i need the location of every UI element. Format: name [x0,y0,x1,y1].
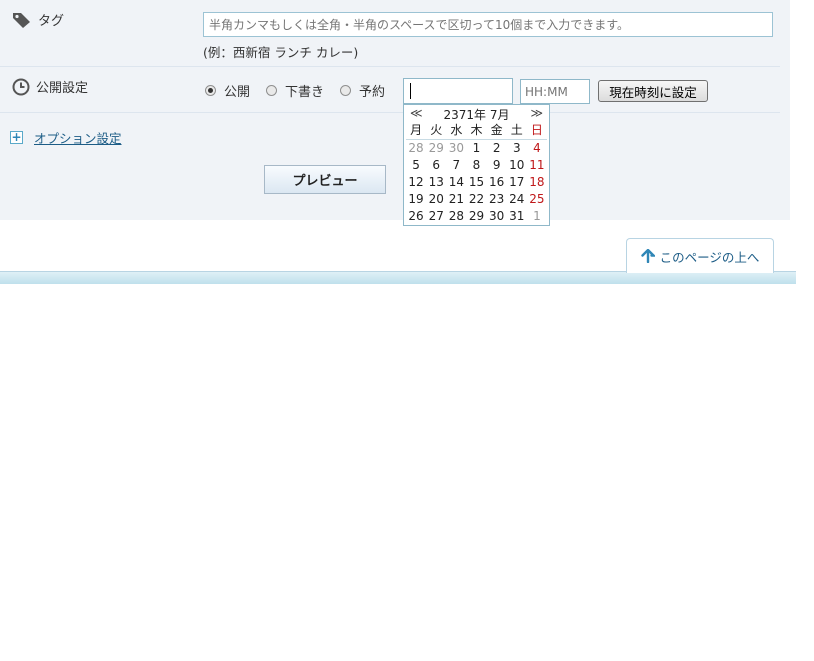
row-divider [0,112,780,113]
date-picker-calendar: ≪ 2371年 7月 ≫ 月火水木金土日 28 29 30 1 2 3 4 5 6 7 8 9 10 11 1… [403,104,550,226]
tag-input[interactable] [203,12,773,37]
calendar-day[interactable]: 11 [527,157,547,174]
tag-label: タグ [38,14,65,29]
calendar-day[interactable]: 27 [426,208,446,225]
radio-public[interactable]: 公開 [205,81,250,100]
calendar-day[interactable]: 8 [466,157,486,174]
calendar-day[interactable]: 30 [446,140,466,157]
calendar-day[interactable]: 29 [466,208,486,225]
option-settings[interactable]: + オプション設定 [10,128,122,147]
calendar-day[interactable]: 23 [487,191,507,208]
calendar-weekday: 日 [526,122,547,140]
calendar-day[interactable]: 16 [487,174,507,191]
calendar-day[interactable]: 3 [507,140,527,157]
text-cursor [410,83,411,99]
calendar-day[interactable]: 22 [466,191,486,208]
calendar-day[interactable]: 28 [406,140,426,157]
publish-label: 公開設定 [36,81,89,96]
calendar-header: ≪ 2371年 7月 ≫ [404,105,549,122]
calendar-day[interactable]: 2 [487,140,507,157]
row-divider [0,66,780,67]
calendar-day[interactable]: 13 [426,174,446,191]
publish-time-input[interactable] [520,79,590,104]
calendar-weekday: 土 [506,122,527,140]
prev-month-button[interactable]: ≪ [410,106,423,122]
preview-button[interactable]: プレビュー [264,165,386,194]
clock-icon [12,78,30,95]
radio-scheduled[interactable]: 予約 [340,81,385,100]
radio-draft-label: 下書き [285,85,325,100]
calendar-day[interactable]: 7 [446,157,466,174]
radio-public-label: 公開 [224,85,251,100]
calendar-day[interactable]: 21 [446,191,466,208]
calendar-day[interactable]: 6 [426,157,446,174]
radio-scheduled-label: 予約 [359,85,386,100]
calendar-weekday: 木 [466,122,487,140]
calendar-title: 2371年 7月 [443,108,510,122]
tag-icon [13,12,30,28]
calendar-day[interactable]: 31 [507,208,527,225]
plus-icon[interactable]: + [10,131,23,144]
calendar-day[interactable]: 20 [426,191,446,208]
calendar-day[interactable]: 5 [406,157,426,174]
calendar-day[interactable]: 19 [406,191,426,208]
publish-date-input[interactable] [403,78,513,104]
option-settings-link[interactable]: オプション設定 [34,128,122,147]
calendar-day[interactable]: 26 [406,208,426,225]
calendar-weekday: 金 [486,122,507,140]
calendar-day[interactable]: 4 [527,140,547,157]
radio-public-button[interactable] [205,85,216,96]
radio-draft[interactable]: 下書き [266,81,324,100]
page-top-label: このページの上へ [659,249,760,265]
calendar-day[interactable]: 1 [527,208,547,225]
calendar-weekday: 火 [426,122,447,140]
calendar-day[interactable]: 9 [487,157,507,174]
radio-scheduled-button[interactable] [340,85,352,96]
calendar-day[interactable]: 1 [466,140,486,157]
calendar-day[interactable]: 30 [487,208,507,225]
calendar-day[interactable]: 29 [426,140,446,157]
calendar-weekday: 水 [446,122,467,140]
calendar-weekday: 月 [406,122,427,140]
calendar-day[interactable]: 15 [466,174,486,191]
publish-label-group: 公開設定 [12,77,88,96]
tag-label-group: タグ [12,10,64,29]
calendar-day[interactable]: 14 [446,174,466,191]
publish-radio-group: 公開 下書き 予約 [205,81,401,100]
calendar-grid: 月火水木金土日 28 29 30 1 2 3 4 5 6 7 8 9 10 11 12 13 14 15 16 17 18… [404,122,549,225]
calendar-day[interactable]: 28 [446,208,466,225]
next-month-button[interactable]: ≫ [530,106,543,122]
form-panel: タグ (例：西新宿 ランチ カレー) 公開設定 公開 下書き 予約 現在時刻に設… [0,0,790,220]
calendar-day[interactable]: 25 [527,191,547,208]
set-current-time-button[interactable]: 現在時刻に設定 [598,80,708,102]
calendar-day[interactable]: 12 [406,174,426,191]
arrow-up-icon [640,249,655,263]
calendar-day[interactable]: 24 [507,191,527,208]
calendar-day[interactable]: 10 [507,157,527,174]
tag-example: (例：西新宿 ランチ カレー) [203,45,359,60]
page-top-link[interactable]: このページの上へ [626,238,774,273]
radio-draft-button[interactable] [266,85,278,96]
calendar-day[interactable]: 18 [527,174,547,191]
calendar-day[interactable]: 17 [507,174,527,191]
